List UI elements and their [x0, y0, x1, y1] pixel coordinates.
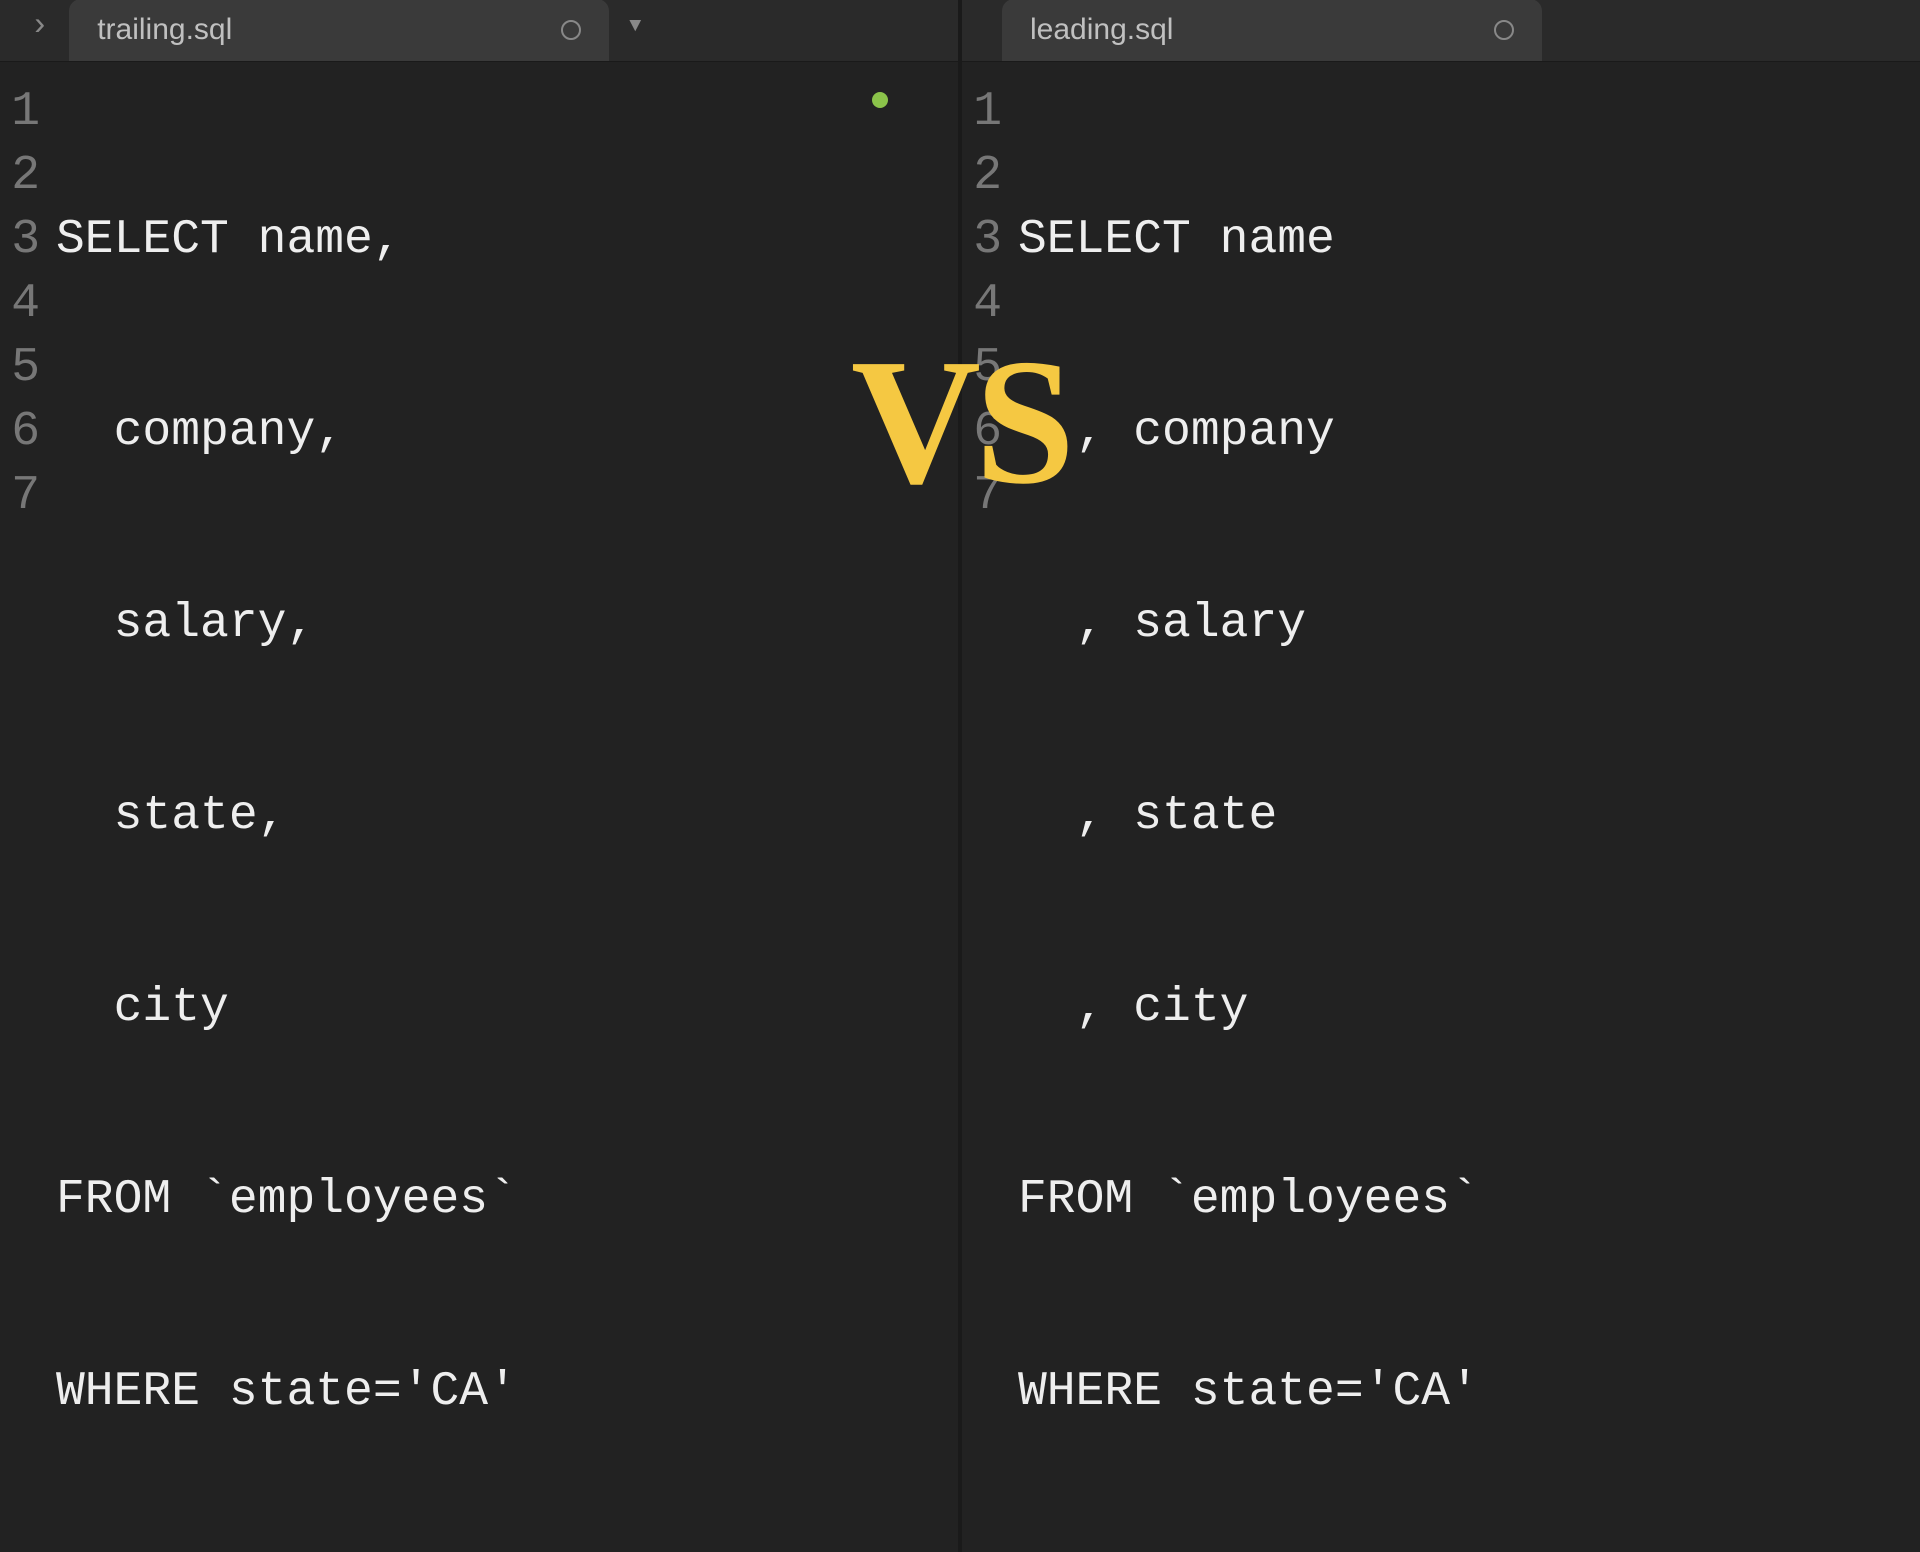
code-line[interactable]: , salary — [1018, 592, 1920, 656]
code-line[interactable]: SELECT name, — [56, 208, 958, 272]
line-number: 3 — [0, 208, 40, 272]
line-number: 6 — [0, 400, 40, 464]
line-number-gutter: 1 2 3 4 5 6 7 — [0, 80, 56, 1552]
code-line[interactable]: FROM `employees` — [56, 1168, 958, 1232]
code-line[interactable]: WHERE state='CA' — [56, 1360, 958, 1424]
code-line[interactable]: FROM `employees` — [1018, 1168, 1920, 1232]
code-line[interactable]: , state — [1018, 784, 1920, 848]
code-line[interactable]: WHERE state='CA' — [1018, 1360, 1920, 1424]
editor-pane-left: › trailing.sql ▼ 1 2 3 4 5 6 7 SELECT na… — [0, 0, 958, 843]
code-line[interactable]: salary, — [56, 592, 958, 656]
code-content-left[interactable]: SELECT name, company, salary, state, cit… — [56, 80, 958, 1552]
breadcrumb-arrow-icon[interactable]: › — [20, 7, 69, 54]
tab-label: leading.sql — [1030, 13, 1173, 47]
line-number-gutter: 1 2 3 4 5 6 7 — [962, 80, 1018, 1552]
code-content-right[interactable]: SELECT name , company , salary , state ,… — [1018, 80, 1920, 1552]
code-line[interactable]: , city — [1018, 976, 1920, 1040]
code-line[interactable]: SELECT name — [1018, 208, 1920, 272]
close-icon[interactable] — [561, 20, 581, 40]
close-icon[interactable] — [1494, 20, 1514, 40]
line-number: 7 — [0, 464, 40, 528]
code-line[interactable]: city — [56, 976, 958, 1040]
line-number: 2 — [0, 144, 40, 208]
line-number: 2 — [962, 144, 1002, 208]
line-number: 3 — [962, 208, 1002, 272]
tab-dropdown-icon[interactable]: ▼ — [629, 15, 641, 46]
code-line[interactable]: , company — [1018, 400, 1920, 464]
vs-overlay-label: VS — [851, 332, 1069, 512]
line-number: 4 — [0, 272, 40, 336]
tab-leading-sql[interactable]: leading.sql — [1002, 0, 1542, 61]
code-line[interactable]: company, — [56, 400, 958, 464]
tab-trailing-sql[interactable]: trailing.sql — [69, 0, 609, 61]
tab-label: trailing.sql — [97, 13, 232, 47]
code-line[interactable]: state, — [56, 784, 958, 848]
tab-bar-right: leading.sql — [962, 0, 1920, 62]
tab-bar-left: › trailing.sql ▼ — [0, 0, 958, 62]
line-number: 5 — [0, 336, 40, 400]
modified-indicator-icon — [872, 92, 888, 108]
code-area-right[interactable]: 1 2 3 4 5 6 7 SELECT name , company , sa… — [962, 62, 1920, 1552]
line-number: 1 — [0, 80, 40, 144]
code-area-left[interactable]: 1 2 3 4 5 6 7 SELECT name, company, sala… — [0, 62, 958, 1552]
editor-pane-right: leading.sql 1 2 3 4 5 6 7 SELECT name , … — [962, 0, 1920, 843]
line-number: 1 — [962, 80, 1002, 144]
